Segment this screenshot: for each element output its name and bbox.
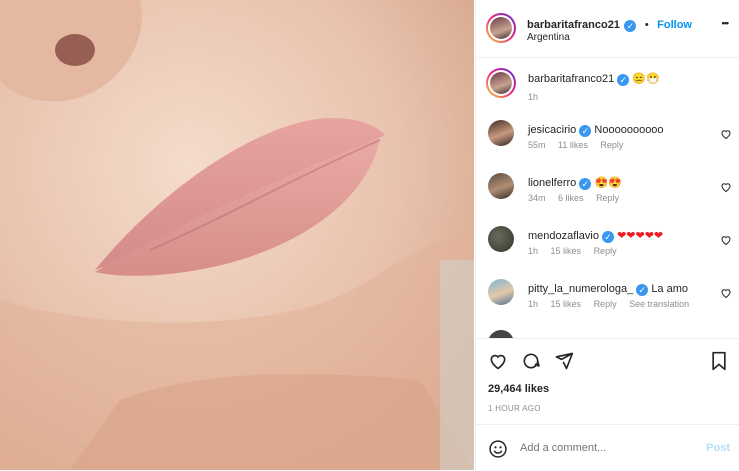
comment-meta: 1h 15 likes Reply See translation xyxy=(528,299,699,309)
post-time-ago: 1 HOUR AGO xyxy=(488,404,541,413)
comment-meta: 34m 6 likes Reply xyxy=(528,193,629,203)
comment-text-line: jesicacirio ✓ Noooooooooo xyxy=(528,123,718,137)
comment-likes[interactable]: 11 likes xyxy=(558,140,588,150)
commenter-avatar[interactable] xyxy=(488,226,514,252)
comment-text-line: mendozaflavio ✓ ❤❤❤❤❤ xyxy=(528,229,718,243)
comment-item-partial xyxy=(488,330,732,338)
commenter-avatar[interactable] xyxy=(488,120,514,146)
author-line: barbaritafranco21 ✓ • Follow xyxy=(527,15,692,33)
comments-list[interactable]: barbaritafranco21 ✓ 😑😷 1h jesicacirio ✓ … xyxy=(476,58,739,338)
author-username[interactable]: barbaritafranco21 xyxy=(527,19,620,31)
comment-input[interactable] xyxy=(520,439,690,457)
reply-button[interactable]: Reply xyxy=(594,299,617,309)
caption-username[interactable]: barbaritafranco21 xyxy=(528,73,614,85)
comment-username[interactable]: lionelferro xyxy=(528,177,576,189)
reply-button[interactable]: Reply xyxy=(596,193,619,203)
post-header: barbaritafranco21 ✓ • Follow Argentina •… xyxy=(476,0,739,58)
commenter-avatar[interactable] xyxy=(488,173,514,199)
commenter-avatar[interactable] xyxy=(488,279,514,305)
post-image[interactable] xyxy=(0,0,474,470)
verified-icon: ✓ xyxy=(617,74,630,86)
comment-item: mendozaflavio ✓ ❤❤❤❤❤ 1h 15 likes Reply xyxy=(488,226,732,266)
commenter-avatar[interactable] xyxy=(488,330,514,338)
verified-icon: ✓ xyxy=(579,178,592,190)
likes-count[interactable]: 29,464 likes xyxy=(488,383,549,395)
comment-username[interactable]: mendozaflavio xyxy=(528,230,599,242)
caption-text-line: barbaritafranco21 ✓ 😑😷 xyxy=(528,72,718,86)
comment-time: 34m xyxy=(528,193,546,203)
comment-meta: 1h 15 likes Reply xyxy=(528,246,627,256)
add-comment-bar: Post xyxy=(476,424,739,471)
separator-dot: • xyxy=(644,19,649,31)
caption-time: 1h xyxy=(528,92,539,102)
comment-time: 1h xyxy=(528,246,539,256)
comment-text: La amo xyxy=(651,283,689,295)
see-translation-link[interactable]: See translation xyxy=(629,299,689,309)
verified-icon: ✓ xyxy=(602,231,614,243)
share-icon[interactable] xyxy=(554,351,574,371)
save-bookmark-icon[interactable] xyxy=(710,351,728,371)
post-comment-button[interactable]: Post xyxy=(706,442,730,454)
post-location[interactable]: Argentina xyxy=(527,32,570,43)
like-comment-heart-icon[interactable] xyxy=(720,181,732,193)
comment-username[interactable]: pitty_la_numerologa_ xyxy=(528,283,633,295)
reply-button[interactable]: Reply xyxy=(600,140,623,150)
comment-meta: 55m 11 likes Reply xyxy=(528,140,633,150)
reply-button[interactable]: Reply xyxy=(594,246,617,256)
like-comment-heart-icon[interactable] xyxy=(720,287,732,299)
post-side-panel: barbaritafranco21 ✓ • Follow Argentina •… xyxy=(475,0,739,470)
comment-item: lionelferro ✓ 😍😍 34m 6 likes Reply xyxy=(488,173,732,213)
comment-text: Noooooooooo xyxy=(594,124,664,136)
like-comment-heart-icon[interactable] xyxy=(720,128,732,140)
comment-username[interactable]: jesicacirio xyxy=(528,124,576,136)
comment-text-line: lionelferro ✓ 😍😍 xyxy=(528,176,718,190)
follow-button[interactable]: Follow xyxy=(657,19,692,31)
comment-text-line: pitty_la_numerologa_ ✓ La amo xyxy=(528,282,718,296)
caption-avatar[interactable] xyxy=(486,68,516,98)
comment-likes[interactable]: 6 likes xyxy=(558,193,584,203)
post-image-illustration xyxy=(0,0,474,470)
comment-text: ❤❤❤❤❤ xyxy=(617,230,664,242)
comment-text: 😍😍 xyxy=(594,177,622,189)
emoji-icon[interactable] xyxy=(488,439,508,459)
comment-likes[interactable]: 15 likes xyxy=(551,246,582,256)
author-avatar[interactable] xyxy=(486,13,516,43)
comment-time: 1h xyxy=(528,299,539,309)
more-options-icon[interactable]: ••• xyxy=(722,18,730,28)
caption-text: 😑😷 xyxy=(632,73,660,85)
verified-icon: ✓ xyxy=(579,125,592,137)
comment-item: jesicacirio ✓ Noooooooooo 55m 11 likes R… xyxy=(488,120,732,160)
comment-icon[interactable] xyxy=(521,351,541,371)
like-comment-heart-icon[interactable] xyxy=(720,234,732,246)
comment-likes[interactable]: 15 likes xyxy=(551,299,582,309)
like-heart-icon[interactable] xyxy=(488,351,508,371)
caption: barbaritafranco21 ✓ 😑😷 1h xyxy=(486,68,732,108)
comment-time: 55m xyxy=(528,140,546,150)
verified-icon: ✓ xyxy=(624,20,637,32)
verified-icon: ✓ xyxy=(636,284,649,296)
comment-item: pitty_la_numerologa_ ✓ La amo 1h 15 like… xyxy=(488,279,732,319)
